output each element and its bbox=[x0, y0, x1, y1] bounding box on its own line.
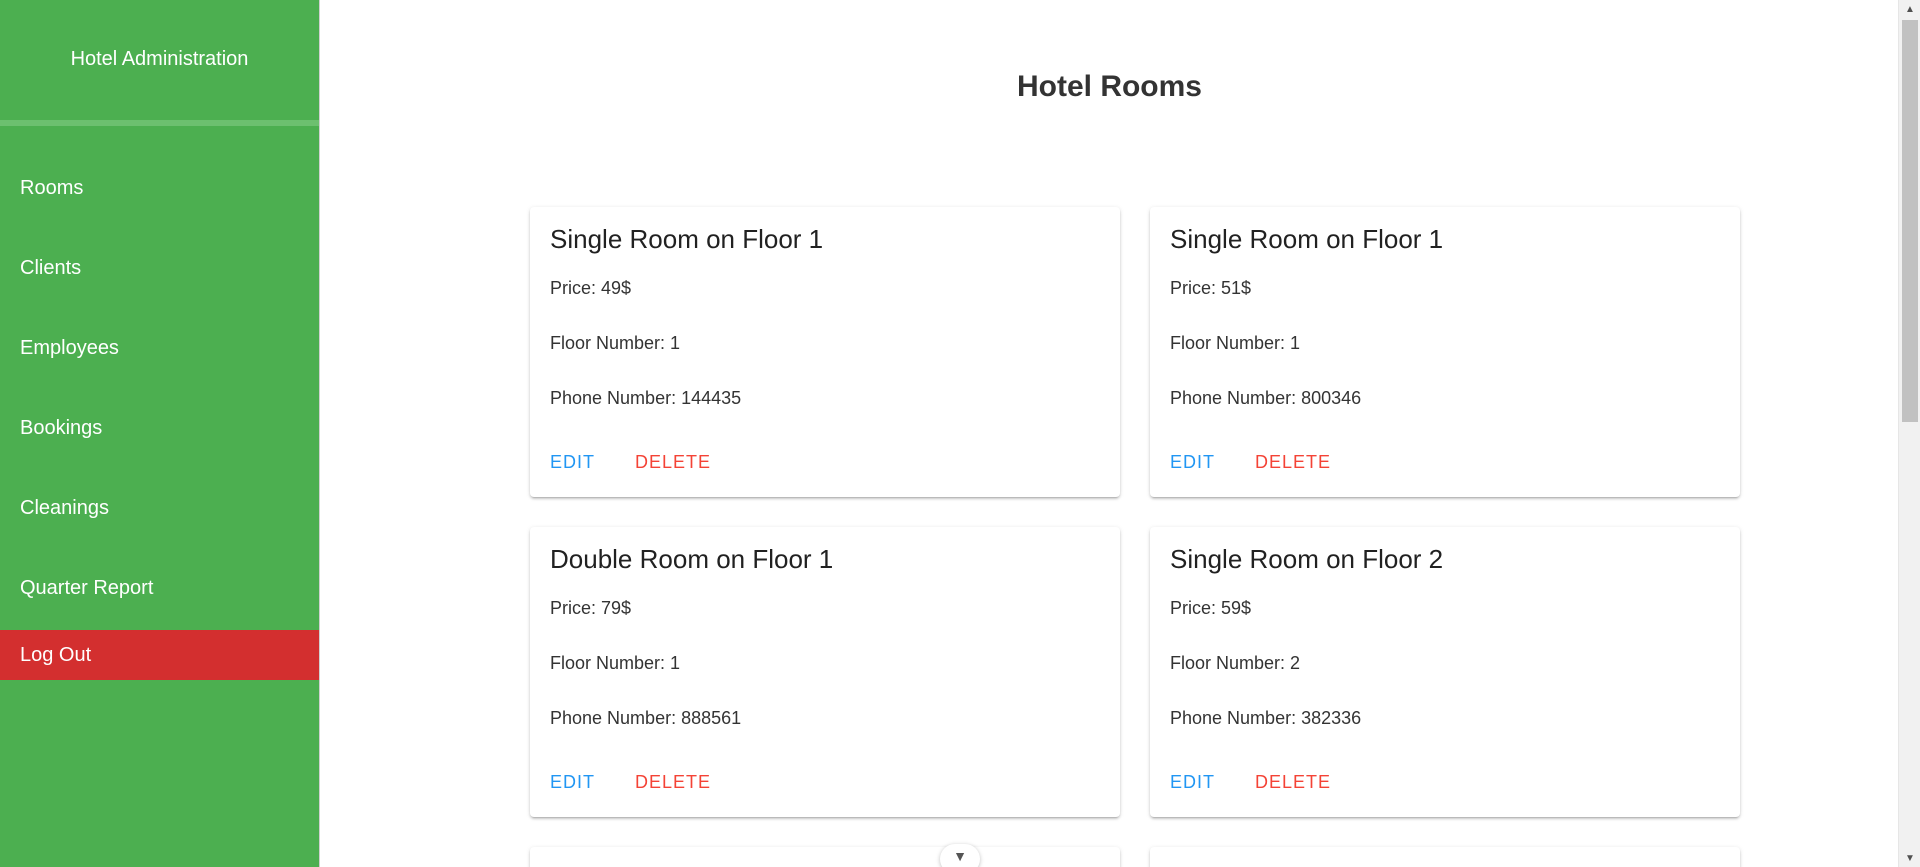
sidebar-item-cleanings[interactable]: Cleanings bbox=[0, 468, 319, 548]
sidebar-item-rooms[interactable]: Rooms bbox=[0, 148, 319, 228]
room-floor: Floor Number: 2 bbox=[1170, 653, 1301, 673]
delete-button[interactable]: DELETE bbox=[1245, 446, 1341, 479]
page-title: Hotel Rooms bbox=[1016, 70, 1202, 103]
room-actions: EDIT DELETE bbox=[540, 446, 721, 479]
sidebar-item-quarter-report[interactable]: Quarter Report bbox=[0, 548, 319, 628]
rooms-grid: Single Room on Floor 1 Price: 49$ Floor … bbox=[530, 207, 1742, 867]
logout-button[interactable]: Log Out bbox=[0, 630, 319, 680]
chevron-down-icon[interactable]: ▼ bbox=[940, 844, 980, 867]
room-price: Price: 49$ bbox=[550, 278, 632, 298]
sidebar-nav: Rooms Clients Employees Bookings Cleanin… bbox=[0, 148, 319, 628]
room-floor: Floor Number: 1 bbox=[1170, 333, 1301, 353]
room-title: Single Room on Floor 1 bbox=[1170, 224, 1444, 254]
room-floor: Floor Number: 1 bbox=[550, 653, 681, 673]
scrollbar-thumb[interactable] bbox=[1902, 20, 1918, 422]
room-phone: Phone Number: 800346 bbox=[1170, 388, 1362, 408]
page-scrollbar[interactable]: ▲ ▼ bbox=[1898, 0, 1920, 867]
edit-button[interactable]: EDIT bbox=[1160, 766, 1225, 799]
room-card: Single Room on Floor 1 Price: 51$ Floor … bbox=[1150, 207, 1740, 497]
room-actions: EDIT DELETE bbox=[540, 766, 721, 799]
room-floor: Floor Number: 1 bbox=[550, 333, 681, 353]
edit-button[interactable]: EDIT bbox=[540, 446, 605, 479]
room-phone: Phone Number: 382336 bbox=[1170, 708, 1362, 728]
brand-title: Hotel Administration bbox=[0, 0, 319, 126]
room-actions: EDIT DELETE bbox=[1160, 446, 1341, 479]
room-title: Single Room on Floor 1 bbox=[550, 224, 824, 254]
room-card: Double Room on Floor 1 Price: 79$ Floor … bbox=[530, 527, 1120, 817]
delete-button[interactable]: DELETE bbox=[625, 766, 721, 799]
room-card: Single Room on Floor 1 Price: 49$ Floor … bbox=[530, 207, 1120, 497]
delete-button[interactable]: DELETE bbox=[625, 446, 721, 479]
main-content: Hotel Rooms Single Room on Floor 1 Price… bbox=[321, 0, 1898, 867]
room-phone: Phone Number: 144435 bbox=[550, 388, 742, 408]
delete-button[interactable]: DELETE bbox=[1245, 766, 1341, 799]
room-card-partial bbox=[1150, 847, 1740, 867]
room-actions: EDIT DELETE bbox=[1160, 766, 1341, 799]
edit-button[interactable]: EDIT bbox=[1160, 446, 1225, 479]
sidebar-item-employees[interactable]: Employees bbox=[0, 308, 319, 388]
scroll-down-arrow-icon[interactable]: ▼ bbox=[1899, 849, 1920, 867]
room-title: Single Room on Floor 2 bbox=[1170, 544, 1444, 574]
room-phone: Phone Number: 888561 bbox=[550, 708, 742, 728]
room-price: Price: 59$ bbox=[1170, 598, 1252, 618]
room-title: Double Room on Floor 1 bbox=[550, 544, 834, 574]
room-price: Price: 51$ bbox=[1170, 278, 1252, 298]
sidebar-item-bookings[interactable]: Bookings bbox=[0, 388, 319, 468]
edit-button[interactable]: EDIT bbox=[540, 766, 605, 799]
room-card: Single Room on Floor 2 Price: 59$ Floor … bbox=[1150, 527, 1740, 817]
scroll-up-arrow-icon[interactable]: ▲ bbox=[1899, 0, 1920, 18]
sidebar: Hotel Administration Rooms Clients Emplo… bbox=[0, 0, 320, 867]
app: Hotel Administration Rooms Clients Emplo… bbox=[0, 0, 1920, 867]
room-card-partial bbox=[530, 847, 1120, 867]
room-price: Price: 79$ bbox=[550, 598, 632, 618]
sidebar-item-clients[interactable]: Clients bbox=[0, 228, 319, 308]
